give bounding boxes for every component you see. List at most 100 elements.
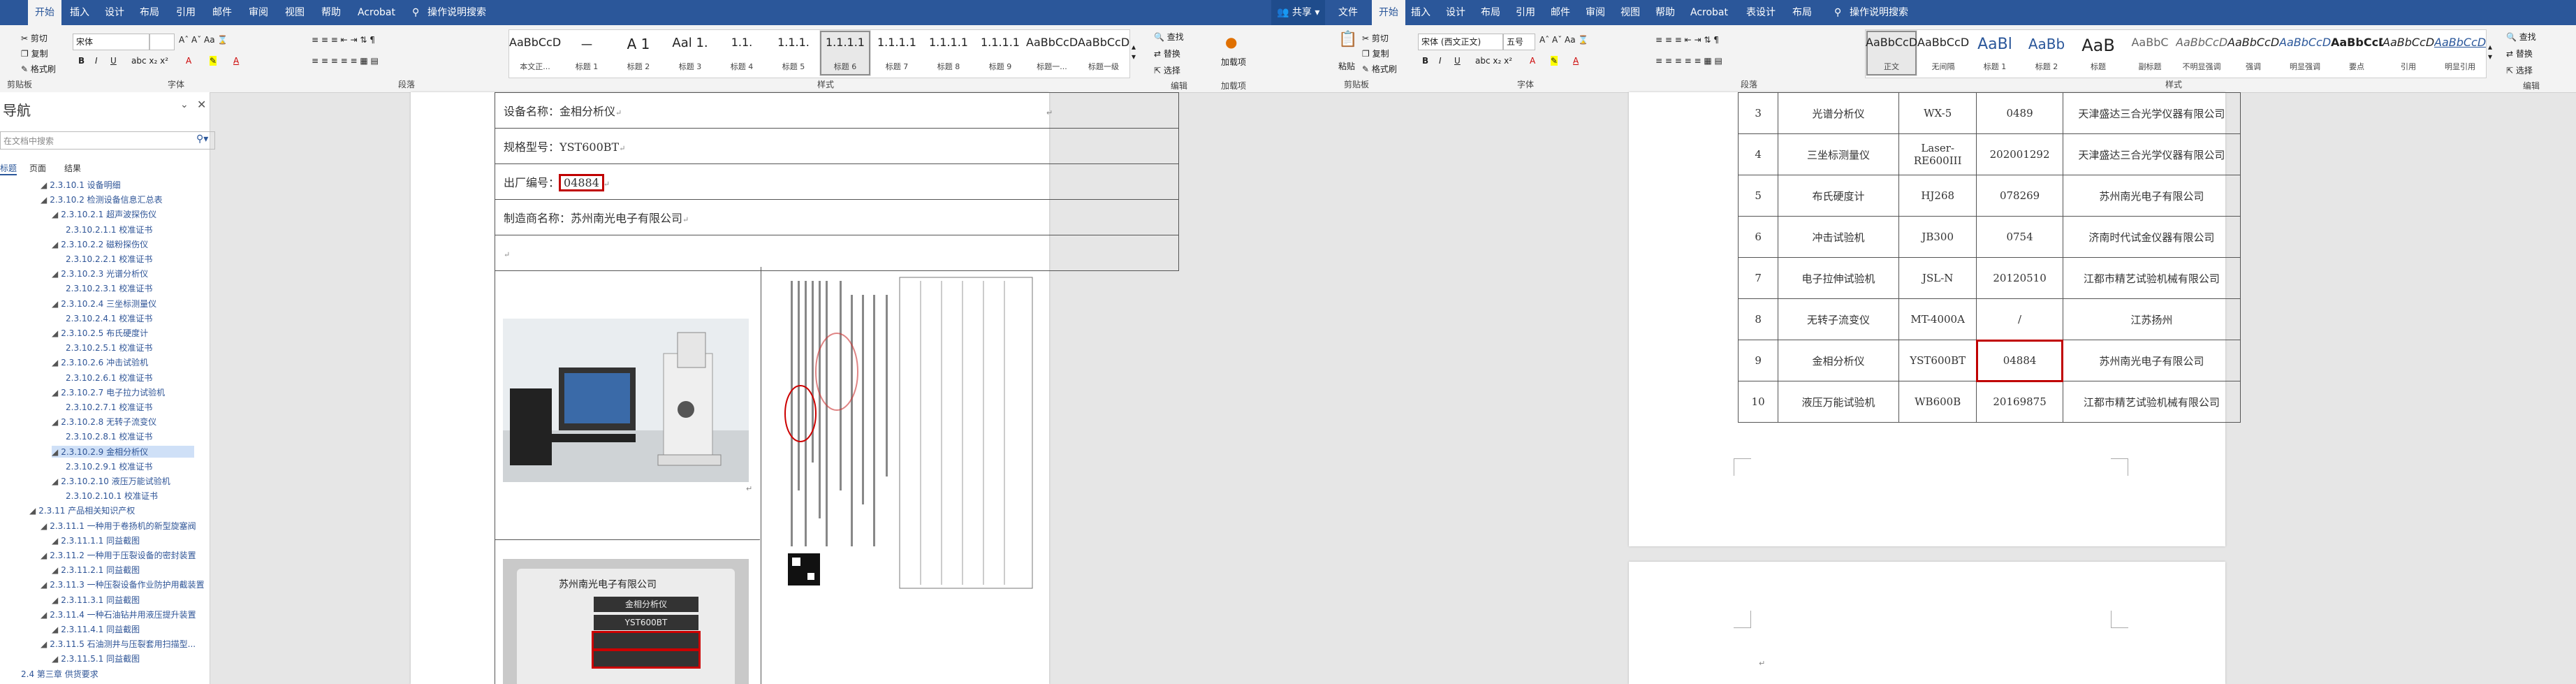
nav-heading-item[interactable]: ◢ 2.3.11.4 一种石油钻井用液压提升装置 <box>41 609 196 620</box>
left-format-painter-button[interactable]: ✎ 格式刷 <box>21 63 56 75</box>
right-font-size-box[interactable]: 五号 <box>1503 34 1535 50</box>
nav-heading-item[interactable]: ◢ 2.3.10.2.3 光谱分析仪 <box>52 268 148 279</box>
expand-triangle-icon[interactable]: ◢ <box>52 447 58 457</box>
left-tab-layout[interactable]: 布局 <box>140 0 159 25</box>
table-cell-name[interactable]: 液压万能试验机 <box>1778 381 1899 423</box>
left-tab-design[interactable]: 设计 <box>105 0 124 25</box>
left-file-tab[interactable] <box>3 0 6 25</box>
nav-heading-item[interactable]: ◢ 2.3.11.3 一种压裂设备作业防护用截装置 <box>41 579 205 590</box>
right-style-item[interactable]: AaBbCcD 要点 <box>2331 30 2383 76</box>
left-find-button[interactable]: 🔍 查找 <box>1154 31 1184 43</box>
right-style-item[interactable]: AaBbCcDi 强调 <box>2227 30 2279 76</box>
nav-tab-headings[interactable]: 标题 <box>0 162 17 175</box>
expand-triangle-icon[interactable]: ◢ <box>52 269 58 279</box>
right-align-icons[interactable]: ≡ ≡ ≡ ≡ ≡ ▦ ▤ <box>1655 56 1722 66</box>
right-strikethrough-button[interactable]: abc x₂ x² <box>1475 56 1512 66</box>
expand-triangle-icon[interactable]: ◢ <box>41 521 47 531</box>
left-style-item[interactable]: A 1 标题 2 <box>613 30 664 76</box>
right-italic-button[interactable]: I <box>1439 56 1442 66</box>
left-highlight-icon[interactable]: ✎ <box>210 56 217 66</box>
expand-triangle-icon[interactable]: ◢ <box>52 476 58 486</box>
right-tab-insert[interactable]: 插入 <box>1411 0 1430 25</box>
expand-triangle-icon[interactable]: ◢ <box>41 639 47 649</box>
right-style-item[interactable]: AaB 标题 <box>2072 30 2124 76</box>
nav-heading-item[interactable]: ◢ 2.3.11.4.1 同益截图 <box>52 623 140 635</box>
right-tab-references[interactable]: 引用 <box>1516 0 1535 25</box>
table-cell-model[interactable]: WX-5 <box>1898 92 1977 134</box>
left-style-item[interactable]: 1.1.1.1 标题 9 <box>974 30 1026 76</box>
left-select-button[interactable]: ⇱ 选择 <box>1154 64 1180 76</box>
nav-heading-item[interactable]: ◢ 2.3.11.5 石油测井与压裂套用扫描型... <box>41 638 196 650</box>
calibration-certificate-image[interactable] <box>781 274 1039 595</box>
nav-heading-item[interactable]: 2.3.10.2.1.1 校准证书 <box>63 224 152 235</box>
nav-heading-item[interactable]: ◢ 2.3.10.2.4 三坐标测量仪 <box>52 298 156 310</box>
expand-triangle-icon[interactable]: ◢ <box>52 625 58 634</box>
left-style-item[interactable]: AaBbCcDc标题一级 <box>1078 30 1129 76</box>
left-tab-home[interactable]: 开始 <box>28 0 61 25</box>
nav-heading-item[interactable]: ◢ 2.3.11.2.1 同益截图 <box>52 564 140 576</box>
nav-heading-item[interactable]: ◢ 2.3.10.2 检测设备信息汇总表 <box>41 194 163 205</box>
table-cell-no[interactable]: 9 <box>1737 340 1779 381</box>
table-cell-name[interactable]: 冲击试验机 <box>1778 216 1899 258</box>
table-cell-serial[interactable]: / <box>1976 298 2063 340</box>
right-style-item-selected[interactable]: AaBbCcDi 正文 <box>1866 30 1917 76</box>
table-cell-name[interactable]: 电子拉伸试验机 <box>1778 257 1899 299</box>
table-cell-no[interactable]: 7 <box>1737 257 1779 299</box>
right-style-item[interactable]: AaBbC 副标题 <box>2124 30 2176 76</box>
left-tab-acrobat[interactable]: Acrobat <box>358 0 395 25</box>
nav-heading-item[interactable]: ◢ 2.3.11.1 一种用于卷扬机的新型旋塞阀 <box>41 520 196 532</box>
nav-heading-item[interactable]: 2.3.10.2.8.1 校准证书 <box>63 430 152 442</box>
left-style-item[interactable]: Aal 1. 标题 3 <box>664 30 716 76</box>
table-cell-serial[interactable]: 20169875 <box>1976 381 2063 423</box>
left-tab-mailings[interactable]: 邮件 <box>212 0 232 25</box>
right-styles-more-icon[interactable]: ▴ ▾ <box>2488 42 2492 61</box>
left-tab-view[interactable]: 视图 <box>285 0 305 25</box>
left-italic-button[interactable]: I <box>95 56 98 66</box>
left-styles-gallery[interactable]: AaBbCcDd本文正... 一标题 1 A 1标题 2 Aal 1.标题 3 … <box>508 29 1130 78</box>
nav-heading-item[interactable]: ◢ 2.3.10.2.6 冲击试验机 <box>52 356 148 368</box>
left-style-item-selected[interactable]: 1.1.1.1 标题 6 <box>819 30 871 76</box>
right-style-item[interactable]: AaBbCcDi 无间隔 <box>1917 30 1969 76</box>
nav-heading-item[interactable]: 2.3.10.2.10.1 校准证书 <box>63 490 158 502</box>
left-tab-help[interactable]: 帮助 <box>321 0 341 25</box>
table-cell-no[interactable]: 10 <box>1737 381 1779 423</box>
table-cell-name[interactable]: 三坐标测量仪 <box>1778 133 1899 175</box>
nav-heading-item[interactable]: ◢ 2.3.11.3.1 同益截图 <box>52 594 140 606</box>
paste-icon[interactable]: 📋 <box>1338 31 1357 48</box>
nav-heading-item[interactable]: 2.3.10.2.2.1 校准证书 <box>63 253 152 265</box>
left-styles-more-icon[interactable]: ▴ ▾ <box>1132 42 1136 61</box>
right-highlight-icon[interactable]: ✎ <box>1551 56 1558 66</box>
spec-cell[interactable]: 设备名称：金相分析仪↵ <box>495 92 1179 129</box>
table-cell-model[interactable]: YST600BT <box>1898 340 1977 381</box>
table-cell-maker[interactable]: 江苏扬州 <box>2062 298 2241 340</box>
table-cell-no[interactable]: 6 <box>1737 216 1779 258</box>
nav-heading-item[interactable]: 2.3.10.2.9.1 校准证书 <box>63 460 152 472</box>
nav-heading-item[interactable]: ◢ 2.3.10.2.10 液压万能试验机 <box>52 475 170 487</box>
right-style-item[interactable]: AaBbCcDi 明显引用 <box>2434 30 2486 76</box>
right-replace-button[interactable]: ⇄ 替换 <box>2506 48 2533 59</box>
spec-cell[interactable]: 制造商名称：苏州南光电子有限公司↵ <box>495 199 1179 235</box>
table-cell-model[interactable]: MT-4000A <box>1898 298 1977 340</box>
table-cell-model[interactable]: JSL-N <box>1898 257 1977 299</box>
nav-heading-item[interactable]: 2.3.10.2.7.1 校准证书 <box>63 401 152 413</box>
right-tab-mailings[interactable]: 邮件 <box>1551 0 1570 25</box>
right-style-item[interactable]: AaBbCcDi 引用 <box>2383 30 2434 76</box>
left-font-color-icon[interactable]: A <box>233 56 239 66</box>
table-cell-name[interactable]: 布氏硬度计 <box>1778 175 1899 217</box>
nav-heading-item[interactable]: 2.3.10.2.4.1 校准证书 <box>63 312 152 324</box>
right-style-item[interactable]: AaBb 标题 2 <box>2021 30 2072 76</box>
right-find-button[interactable]: 🔍 查找 <box>2506 31 2536 43</box>
table-cell-name[interactable]: 无转子流变仪 <box>1778 298 1899 340</box>
right-tab-layout[interactable]: 布局 <box>1481 0 1500 25</box>
nav-heading-item[interactable]: ◢ 2.3.10.2.2 磁粉探伤仪 <box>52 238 148 250</box>
table-cell-maker[interactable]: 江都市精艺试验机械有限公司 <box>2062 257 2241 299</box>
right-bullets-icon[interactable]: ≡ ≡ ≡ ⇤ ⇥ ⇅ ¶ <box>1655 35 1719 45</box>
left-style-item[interactable]: AaBbCcDd本文正... <box>509 30 561 76</box>
right-format-painter-button[interactable]: ✎ 格式刷 <box>1362 63 1397 75</box>
paste-button[interactable]: 粘贴 <box>1338 60 1355 72</box>
left-tab-review[interactable]: 审阅 <box>249 0 268 25</box>
expand-triangle-icon[interactable]: ◢ <box>52 210 58 219</box>
nav-heading-item[interactable]: ◢ 2.3.10.2.5 布氏硬度计 <box>52 327 148 339</box>
expand-triangle-icon[interactable]: ◢ <box>52 565 58 575</box>
right-tab-help[interactable]: 帮助 <box>1655 0 1675 25</box>
